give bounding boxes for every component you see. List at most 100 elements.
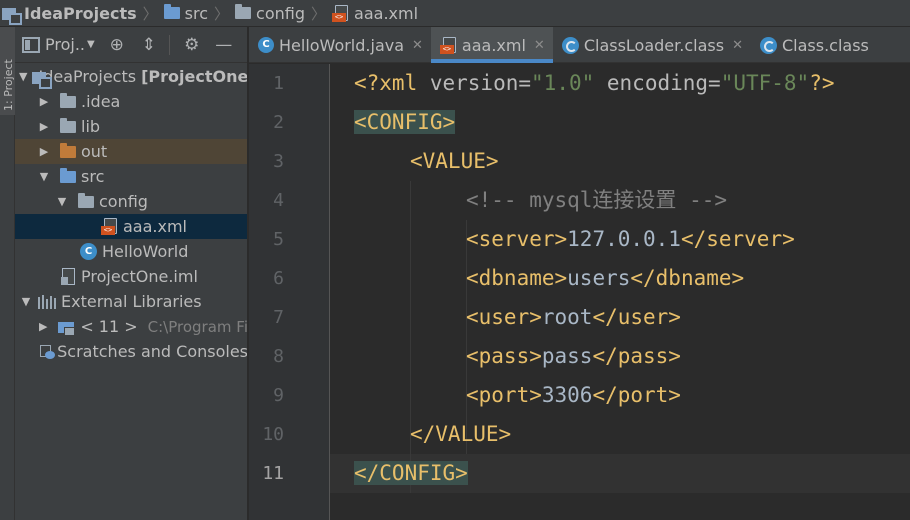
collapse-icon[interactable]: ⇕ xyxy=(139,35,159,55)
module-file-icon xyxy=(61,268,75,285)
xml-tag: <pass> xyxy=(466,344,542,368)
project-tool-tab[interactable]: 1: Project xyxy=(0,27,15,115)
line-number: 4 xyxy=(273,190,284,211)
line-number: 10 xyxy=(262,424,284,445)
tree-item-external-libraries[interactable]: ▼ External Libraries xyxy=(15,289,247,314)
breadcrumb-project[interactable]: IdeaProjects xyxy=(2,3,137,25)
code-line-7: <user>root</user> xyxy=(354,298,681,337)
line-number: 7 xyxy=(273,307,284,328)
breadcrumb-file-label: aaa.xml xyxy=(354,3,419,23)
expanded-arrow-icon[interactable]: ▼ xyxy=(19,295,33,308)
tree-item-sdk[interactable]: ▶ < 11 > C:\Program Fi xyxy=(15,314,248,339)
java-class-icon: C xyxy=(258,37,274,53)
xml-tag: </port> xyxy=(592,383,681,407)
code-editor[interactable]: <?xml version="1.0" encoding="UTF-8"?> <… xyxy=(330,64,910,520)
project-view-icon xyxy=(22,36,40,53)
collapsed-arrow-icon[interactable]: ▶ xyxy=(37,95,51,108)
close-icon[interactable]: ✕ xyxy=(412,38,423,53)
tree-item-aaa-xml[interactable]: aaa.xml xyxy=(15,214,247,239)
tree-label-out: out xyxy=(81,142,108,161)
tree-item-idea[interactable]: ▶ .idea xyxy=(15,89,247,114)
locate-icon[interactable]: ⊕ xyxy=(107,35,127,55)
line-number: 3 xyxy=(273,151,284,172)
line-number: 9 xyxy=(273,385,284,406)
code-line-4: <!-- mysql连接设置 --> xyxy=(354,181,727,220)
collapsed-arrow-icon[interactable]: ▶ xyxy=(37,120,51,133)
code-line-5: <server>127.0.0.1</server> xyxy=(354,220,795,259)
tree-item-scratches[interactable]: Scratches and Consoles xyxy=(15,339,248,364)
folder-icon xyxy=(60,117,76,133)
tab-classloader-class[interactable]: ClassLoader.class ✕ xyxy=(553,27,751,63)
close-icon[interactable]: ✕ xyxy=(732,38,743,53)
tree-item-iml[interactable]: ProjectOne.iml xyxy=(15,264,247,289)
breadcrumb-src-label: src xyxy=(184,3,209,23)
scratches-icon xyxy=(39,344,56,360)
breadcrumb-config[interactable]: config xyxy=(235,4,305,23)
tab-helloworld-java[interactable]: C HelloWorld.java ✕ xyxy=(249,27,431,63)
folder-icon xyxy=(60,92,76,108)
java-class-icon: C xyxy=(80,243,97,260)
chevron-right-icon: 〉 xyxy=(142,4,158,23)
xml-attr-name: version xyxy=(417,71,519,95)
xml-file-icon xyxy=(332,4,349,22)
xml-tag: <VALUE> xyxy=(410,149,499,173)
xml-attr-name: encoding xyxy=(594,71,709,95)
tree-label-idea: .idea xyxy=(81,92,121,111)
tree-item-lib[interactable]: ▶ lib xyxy=(15,114,247,139)
project-panel-header: Proj.. ▼ ⊕ ⇕ ⚙ — xyxy=(15,27,247,63)
code-line-6: <dbname>users</dbname> xyxy=(354,259,744,298)
tab-class-class[interactable]: Class.class xyxy=(751,27,877,63)
tab-label: ClassLoader.class xyxy=(583,35,725,55)
xml-tag: <user> xyxy=(466,305,542,329)
breadcrumb-project-label: IdeaProjects xyxy=(24,3,137,23)
close-icon[interactable]: ✕ xyxy=(534,38,545,53)
xml-text: pass xyxy=(541,344,593,368)
expanded-arrow-icon[interactable]: ▼ xyxy=(19,70,27,83)
dropdown-icon[interactable]: ▼ xyxy=(87,39,95,50)
gear-icon[interactable]: ⚙ xyxy=(182,35,202,55)
tree-label-scratches: Scratches and Consoles xyxy=(57,342,248,361)
minimize-icon[interactable]: — xyxy=(214,35,234,55)
xml-file-icon xyxy=(101,218,117,235)
collapsed-arrow-icon[interactable]: ▶ xyxy=(37,145,51,158)
xml-tag: </user> xyxy=(592,305,681,329)
tree-label-external-libraries: External Libraries xyxy=(61,292,202,311)
xml-prolog-open: <?xml xyxy=(354,71,418,95)
breadcrumb-src[interactable]: src xyxy=(163,3,209,23)
navigation-bar: IdeaProjects 〉 src 〉 config 〉 aaa.xml xyxy=(0,0,910,27)
xml-text: users xyxy=(567,266,631,290)
xml-tag-matched: <CONFIG> xyxy=(354,110,456,134)
collapsed-arrow-icon[interactable]: ▶ xyxy=(37,320,49,333)
breadcrumb-config-label: config xyxy=(256,3,306,23)
xml-tag: <port> xyxy=(466,383,542,407)
tree-item-helloworld[interactable]: C HelloWorld xyxy=(15,239,247,264)
breadcrumb-file[interactable]: aaa.xml xyxy=(332,4,418,23)
package-folder-icon xyxy=(235,4,252,19)
tree-item-out[interactable]: ▶ out xyxy=(15,139,247,164)
editor-gutter[interactable]: 1 2 3 4 5 6 7 8 9 10 11 xyxy=(249,64,348,520)
tab-label: aaa.xml xyxy=(461,35,526,55)
code-line-11: </CONFIG> xyxy=(354,454,468,493)
tree-label-root: IdeaProjects xyxy=(38,67,137,86)
tab-label: Class.class xyxy=(781,35,869,55)
tree-label-helloworld: HelloWorld xyxy=(102,242,189,261)
expanded-arrow-icon[interactable]: ▼ xyxy=(37,170,51,183)
jdk-icon xyxy=(58,320,76,336)
expanded-arrow-icon[interactable]: ▼ xyxy=(55,195,69,208)
tree-item-src[interactable]: ▼ src xyxy=(15,164,247,189)
tab-aaa-xml[interactable]: aaa.xml ✕ xyxy=(430,27,553,63)
line-number: 1 xyxy=(273,73,284,94)
code-line-8: <pass>pass</pass> xyxy=(354,337,681,376)
tree-label-aaa-xml: aaa.xml xyxy=(123,217,187,236)
tree-item-ideaprojects[interactable]: ▼ IdeaProjects [ProjectOne xyxy=(15,64,247,89)
line-number: 6 xyxy=(273,268,284,289)
xml-text: root xyxy=(541,305,593,329)
xml-tag: </VALUE> xyxy=(410,422,512,446)
project-view-selector[interactable]: Proj.. xyxy=(45,35,85,54)
excluded-folder-icon xyxy=(60,142,76,158)
tree-item-config[interactable]: ▼ config xyxy=(15,189,247,214)
tree-label-sdk-path: C:\Program Fi xyxy=(147,317,248,336)
project-tool-window: Proj.. ▼ ⊕ ⇕ ⚙ — ▼ IdeaProjects [Project… xyxy=(15,27,248,520)
toolbar-divider xyxy=(168,34,170,55)
class-file-icon xyxy=(561,36,579,54)
